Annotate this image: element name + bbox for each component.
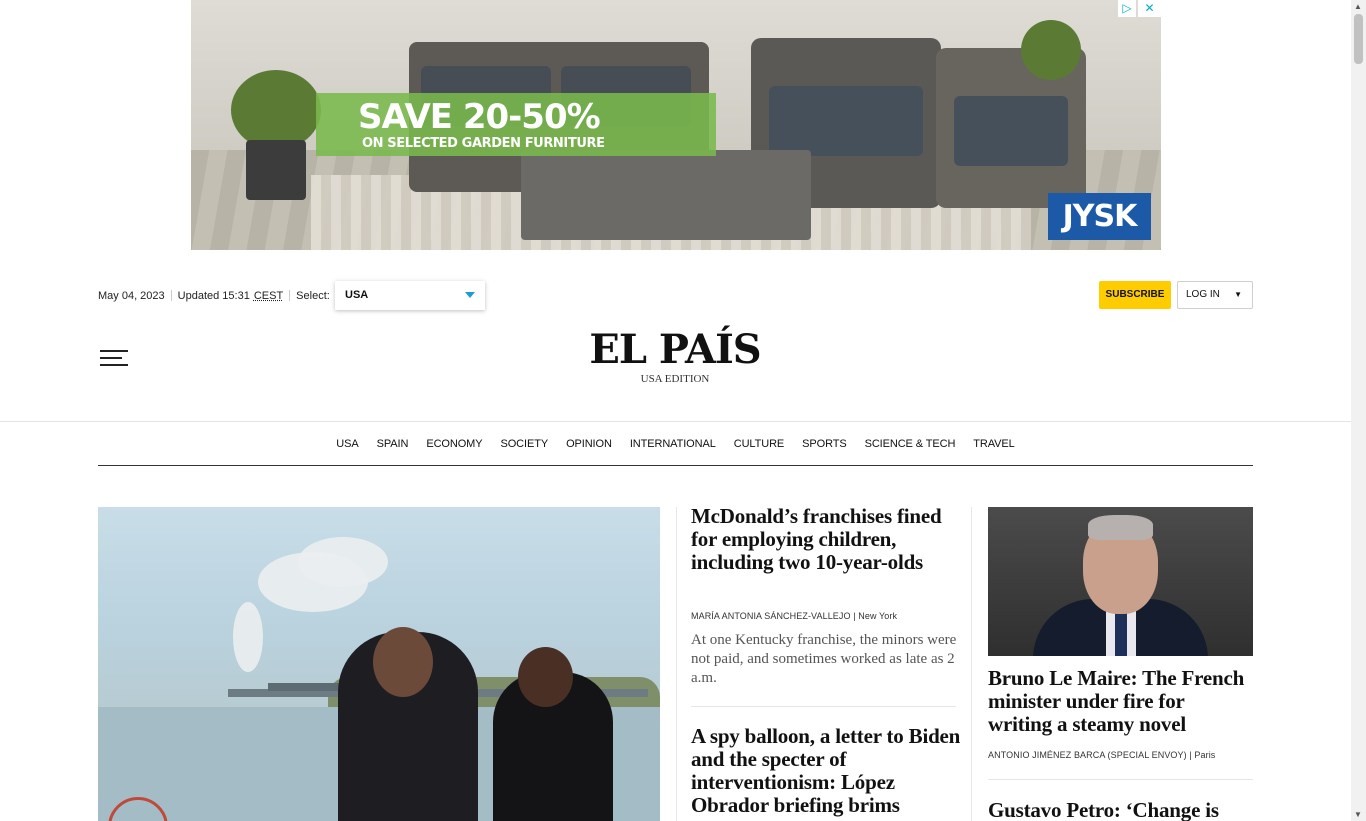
ad-plant <box>231 70 321 150</box>
column-divider <box>971 507 972 821</box>
story-location: Paris <box>1194 750 1216 760</box>
edition-select[interactable]: USA <box>335 281 485 310</box>
scrollbar-thumb[interactable] <box>1354 14 1363 64</box>
story-headline[interactable]: Gustavo Petro: ‘Change is <box>988 799 1253 821</box>
ad-subline: ON SELECTED GARDEN FURNITURE <box>362 136 605 151</box>
edition-select-value: USA <box>345 289 369 301</box>
nav-item-economy[interactable]: ECONOMY <box>426 438 482 450</box>
nav-item-international[interactable]: INTERNATIONAL <box>630 438 716 450</box>
image-bridge-arch <box>268 683 348 691</box>
nav-item-science-tech[interactable]: SCIENCE & TECH <box>865 438 956 450</box>
timezone-label[interactable]: CEST <box>254 290 283 302</box>
nav-item-spain[interactable]: SPAIN <box>377 438 409 450</box>
story-author[interactable]: ANTONIO JIMÉNEZ BARCA (SPECIAL ENVOY) <box>988 750 1187 760</box>
updated-time: Updated 15:31 <box>177 289 250 302</box>
story-summary: At one Kentucky franchise, the minors we… <box>691 632 957 686</box>
story-divider <box>988 779 1253 780</box>
story-image[interactable] <box>988 507 1253 656</box>
image-smoke <box>298 537 388 587</box>
nav-item-usa[interactable]: USA <box>336 438 358 450</box>
image-tie <box>1115 607 1127 656</box>
subscribe-button[interactable]: SUBSCRIBE <box>1099 281 1171 309</box>
story-byline: ANTONIO JIMÉNEZ BARCA (SPECIAL ENVOY) | … <box>988 750 1216 760</box>
story-headline[interactable]: McDonald’s franchises fined for employin… <box>691 505 961 574</box>
divider <box>289 290 291 301</box>
ad-table <box>521 150 811 240</box>
story-divider <box>691 706 956 707</box>
site-logo[interactable]: EL PAÍS <box>580 326 770 374</box>
nav-item-sports[interactable]: SPORTS <box>802 438 847 450</box>
nav-item-culture[interactable]: CULTURE <box>734 438 785 450</box>
date-bar: May 04, 2023 Updated 15:31 CEST Select: <box>98 288 330 303</box>
ad-headline: SAVE 20-50% <box>358 97 601 137</box>
close-icon[interactable]: ✕ <box>1138 0 1161 17</box>
story-headline[interactable]: Bruno Le Maire: The French minister unde… <box>988 667 1253 736</box>
image-smoke <box>233 602 263 672</box>
login-button[interactable]: LOG IN ▼ <box>1177 281 1253 309</box>
nav-divider <box>98 465 1253 466</box>
ad-brand-logo[interactable]: JYSK <box>1048 193 1151 240</box>
story-author[interactable]: MARÍA ANTONIA SÁNCHEZ-VALLEJO <box>691 611 851 621</box>
hamburger-menu-icon[interactable] <box>100 350 128 366</box>
scroll-down-icon[interactable]: ▼ <box>1354 810 1362 819</box>
story-byline: MARÍA ANTONIA SÁNCHEZ-VALLEJO | New York <box>691 611 898 621</box>
image-person-head <box>518 647 573 707</box>
current-date: May 04, 2023 <box>98 289 165 302</box>
section-nav: USA SPAIN ECONOMY SOCIETY OPINION INTERN… <box>98 423 1253 465</box>
advertisement-banner[interactable]: SAVE 20-50% ON SELECTED GARDEN FURNITURE… <box>191 0 1161 250</box>
nav-item-society[interactable]: SOCIETY <box>500 438 548 450</box>
image-person-head <box>373 627 433 697</box>
column-divider <box>676 507 677 821</box>
story-headline[interactable]: A spy balloon, a letter to Biden and the… <box>691 725 961 817</box>
image-hair <box>1088 515 1153 540</box>
page-scrollbar[interactable]: ▲ ▼ <box>1351 0 1366 821</box>
header-divider <box>0 421 1351 422</box>
lead-story-image[interactable] <box>98 507 660 821</box>
chevron-down-icon <box>465 292 475 298</box>
nav-item-travel[interactable]: TRAVEL <box>973 438 1014 450</box>
scroll-up-icon[interactable]: ▲ <box>1354 2 1362 11</box>
adchoices-icon[interactable]: ▷ <box>1118 0 1136 17</box>
story-location: New York <box>858 611 898 621</box>
ad-pot <box>246 140 306 200</box>
edition-select-label: Select: <box>296 289 330 302</box>
ad-tree <box>1021 20 1081 80</box>
caret-down-icon: ▼ <box>1234 290 1242 299</box>
login-label: LOG IN <box>1186 289 1220 300</box>
edition-label: USA EDITION <box>640 373 710 385</box>
divider <box>170 290 172 301</box>
nav-item-opinion[interactable]: OPINION <box>566 438 612 450</box>
